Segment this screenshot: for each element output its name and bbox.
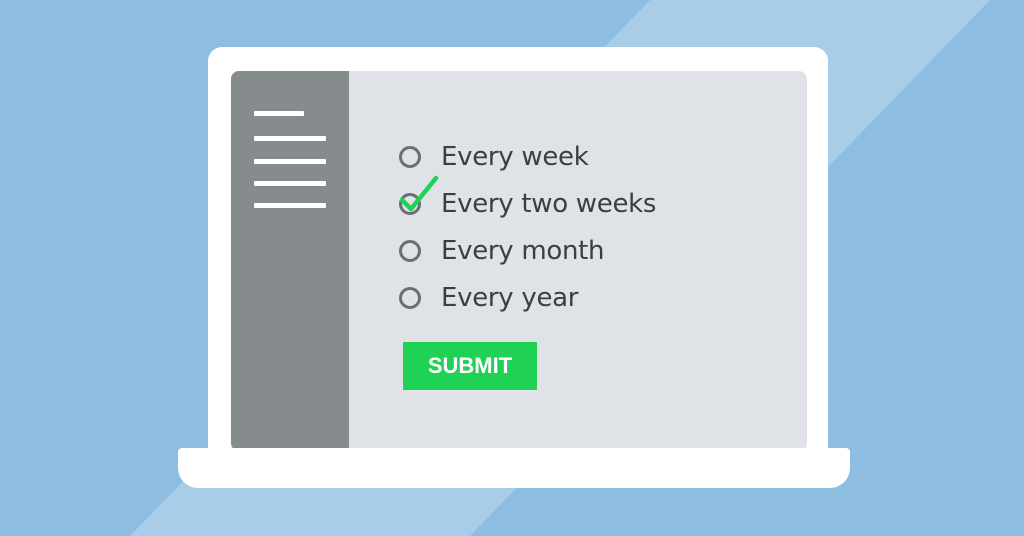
option-every-year[interactable]: Every year [399, 274, 656, 321]
option-every-two-weeks[interactable]: Every two weeks [399, 175, 657, 227]
option-every-month[interactable]: Every month [399, 227, 656, 274]
menu-line [254, 203, 326, 208]
menu-line [254, 136, 326, 141]
radio-button[interactable] [399, 286, 421, 309]
option-label: Every two weeks [441, 188, 657, 219]
radio-button[interactable] [399, 145, 421, 168]
menu-line [254, 111, 304, 116]
laptop-base [178, 448, 850, 488]
radio-button-selected[interactable] [399, 175, 439, 215]
option-label: Every week [441, 141, 589, 172]
frequency-options: Every week Every two weeks Every month E… [399, 133, 656, 321]
checkmark-icon [399, 175, 439, 211]
submit-button[interactable]: SUBMIT [403, 342, 537, 390]
option-label: Every year [441, 282, 579, 313]
laptop-screen: Every week Every two weeks Every month E… [231, 71, 807, 451]
menu-line [254, 159, 326, 164]
sidebar [231, 71, 349, 451]
radio-button[interactable] [399, 239, 421, 262]
menu-line [254, 181, 326, 186]
option-label: Every month [441, 235, 605, 266]
